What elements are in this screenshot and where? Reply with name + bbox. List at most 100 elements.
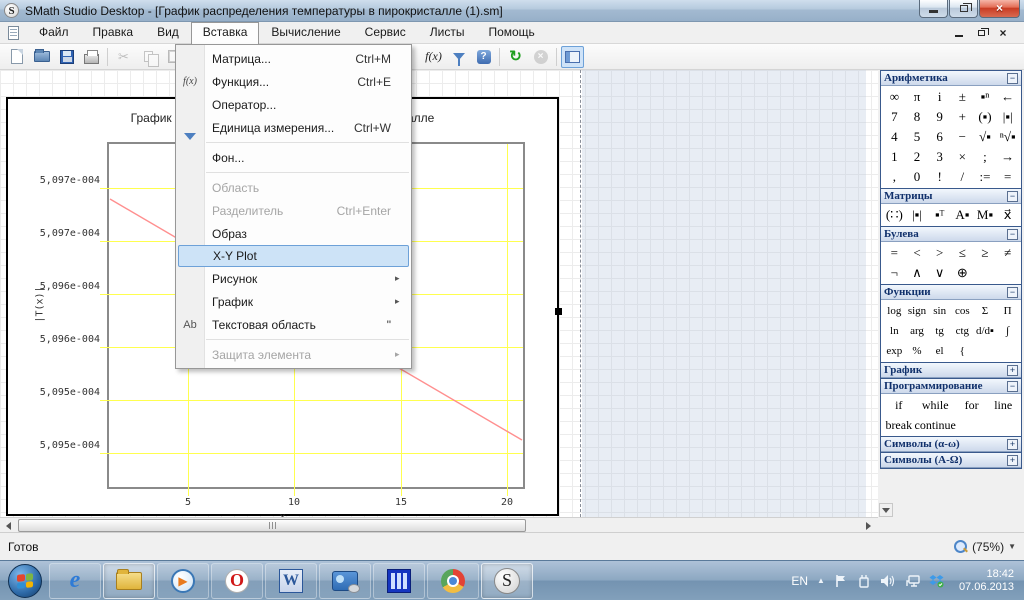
palette-button[interactable]: ∨ (928, 263, 951, 283)
menu-item[interactable]: X-Y Plot (178, 245, 409, 267)
palette-button[interactable]: ; (974, 147, 997, 167)
palette-button[interactable]: 4 (883, 127, 906, 147)
palette-button[interactable]: Π (996, 301, 1019, 321)
palette-button[interactable]: 0 (906, 167, 929, 187)
zoom-control[interactable]: (75%) ▼ (953, 539, 1016, 554)
new-sheet-button[interactable] (5, 46, 28, 68)
child-close-button[interactable]: × (996, 27, 1010, 39)
menu-item[interactable]: Ab Текстовая область " (176, 313, 411, 336)
menu-item[interactable] (176, 336, 411, 343)
palette-button[interactable]: ∫ (996, 321, 1019, 341)
palette-button[interactable]: ▪ᵀ (928, 205, 951, 225)
save-button[interactable] (55, 46, 78, 68)
palette-button[interactable]: ¬ (883, 263, 906, 283)
expand-toggle[interactable]: + (1007, 455, 1018, 466)
palette-button[interactable]: ∧ (906, 263, 929, 283)
child-restore-button[interactable] (974, 27, 988, 39)
palette-button[interactable]: d/d▪ (974, 321, 997, 341)
volume-icon[interactable] (880, 574, 896, 588)
show-side-panel-button[interactable] (561, 46, 584, 68)
close-button[interactable]: × (979, 0, 1020, 18)
language-indicator[interactable]: EN (791, 574, 808, 588)
scrollbar-thumb[interactable] (18, 519, 526, 532)
palette-button[interactable]: el (928, 341, 951, 361)
collapse-toggle[interactable]: − (1007, 73, 1018, 84)
palette-button[interactable]: i (928, 87, 951, 107)
menu-item[interactable]: Матрица... Ctrl+M (176, 47, 411, 70)
open-button[interactable] (30, 46, 53, 68)
palette-button[interactable]: ! (928, 167, 951, 187)
minimize-button[interactable] (919, 0, 948, 18)
palette-button[interactable]: ≠ (996, 243, 1019, 263)
palette-header[interactable]: Матрицы − (881, 189, 1021, 204)
palette-button[interactable]: cos (951, 301, 974, 321)
print-button[interactable] (80, 46, 103, 68)
menubar-item[interactable]: Вставка (191, 22, 260, 44)
worksheet-canvas[interactable]: График распределения температуры в пирок… (0, 70, 878, 517)
menu-item[interactable]: Единица измерения... Ctrl+W (176, 116, 411, 139)
scroll-down-button[interactable] (879, 503, 893, 517)
scroll-left-button[interactable] (0, 519, 16, 532)
menubar-item[interactable]: Листы (418, 22, 477, 44)
palette-button[interactable]: log (883, 301, 906, 321)
palette-button[interactable]: while (915, 395, 956, 415)
palette-header[interactable]: Символы (α-ω) + (881, 437, 1021, 452)
palette-button[interactable]: arg (906, 321, 929, 341)
menubar-item[interactable]: Файл (27, 22, 81, 44)
menubar-item[interactable]: Правка (81, 22, 146, 44)
menu-item[interactable]: Разделитель Ctrl+Enter (176, 199, 411, 222)
dropbox-icon[interactable] (929, 574, 944, 588)
collapse-toggle[interactable]: − (1007, 381, 1018, 392)
palette-button[interactable]: , (883, 167, 906, 187)
palette-header[interactable]: Символы (А-Ω) + (881, 453, 1021, 468)
clock[interactable]: 18:42 07.06.2013 (953, 568, 1014, 594)
insert-function-button[interactable]: f(x) (422, 46, 445, 68)
palette-button[interactable]: 8 (906, 107, 929, 127)
palette-button[interactable]: sign (906, 301, 929, 321)
palette-button[interactable]: → (996, 147, 1019, 167)
palette-button[interactable]: 6 (928, 127, 951, 147)
palette-header[interactable]: График + (881, 363, 1021, 378)
palette-header[interactable]: Функции − (881, 285, 1021, 300)
taskbar-app-chrome[interactable] (427, 563, 479, 599)
palette-button[interactable]: |▪| (996, 107, 1019, 127)
palette-button[interactable]: A▪ (951, 205, 974, 225)
palette-button[interactable]: = (883, 243, 906, 263)
palette-button[interactable]: ⊕ (951, 263, 974, 283)
palette-button[interactable]: ± (951, 87, 974, 107)
palette-button[interactable]: exp (883, 341, 906, 361)
menubar-item[interactable]: Помощь (476, 22, 546, 44)
expand-toggle[interactable]: + (1007, 365, 1018, 376)
palette-button[interactable]: (∷) (883, 205, 906, 225)
recalculate-button[interactable]: ↻ (504, 46, 527, 68)
palette-button[interactable]: √▪ (974, 127, 997, 147)
palette-button[interactable]: ≤ (951, 243, 974, 263)
menu-item[interactable]: Область (176, 176, 411, 199)
palette-button[interactable]: 1 (883, 147, 906, 167)
menu-item[interactable] (176, 139, 411, 146)
palette-button[interactable]: ⁿ√▪ (996, 127, 1019, 147)
palette-button[interactable]: if (883, 395, 915, 415)
start-button[interactable] (8, 564, 42, 598)
scroll-right-button[interactable] (860, 519, 876, 532)
palette-button[interactable]: π (906, 87, 929, 107)
collapse-toggle[interactable]: − (1007, 229, 1018, 240)
palette-button[interactable]: ln (883, 321, 906, 341)
palette-button[interactable]: M▪ (974, 205, 997, 225)
action-center-flag-icon[interactable] (834, 574, 848, 588)
palette-button[interactable]: < (906, 243, 929, 263)
palette-button[interactable]: / (951, 167, 974, 187)
palette-button[interactable]: × (951, 147, 974, 167)
menu-item[interactable] (176, 169, 411, 176)
palette-header[interactable]: Булева − (881, 227, 1021, 242)
taskbar-app-windows-explorer[interactable] (103, 563, 155, 599)
palette-button[interactable]: % (906, 341, 929, 361)
collapse-toggle[interactable]: − (1007, 287, 1018, 298)
collapse-toggle[interactable]: − (1007, 191, 1018, 202)
network-icon[interactable] (905, 574, 920, 588)
removable-device-icon[interactable] (857, 574, 871, 588)
taskbar-app-opera[interactable]: O (211, 563, 263, 599)
palette-button[interactable]: − (951, 127, 974, 147)
palette-button[interactable]: 5 (906, 127, 929, 147)
palette-button[interactable]: tg (928, 321, 951, 341)
